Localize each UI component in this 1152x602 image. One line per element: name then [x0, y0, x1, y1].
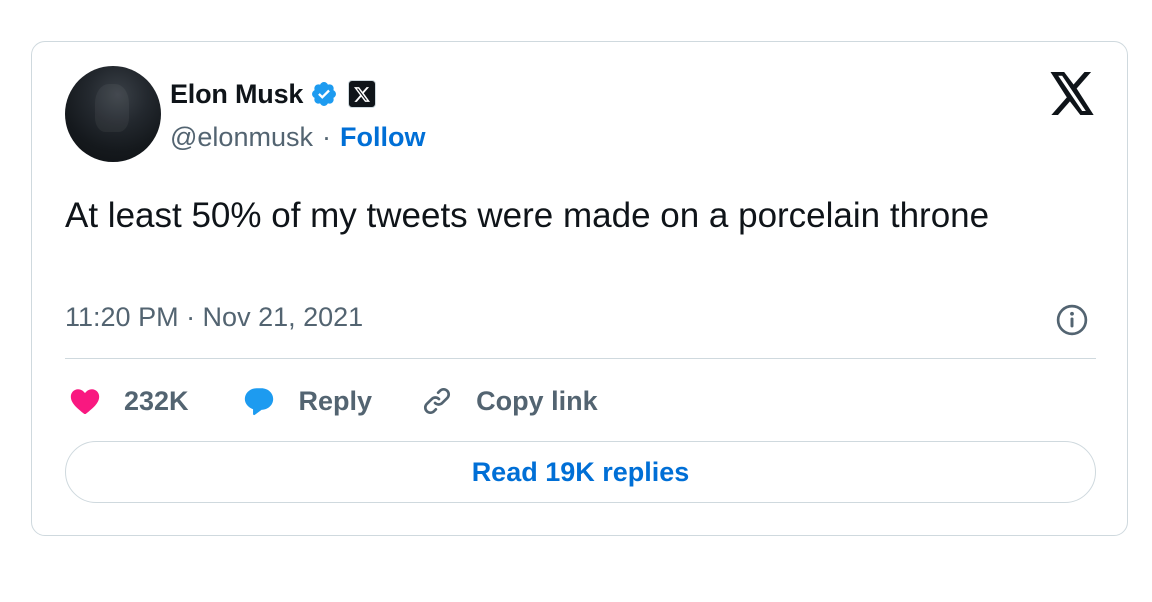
like-count: 232K — [124, 385, 189, 416]
tweet-text: At least 50% of my tweets were made on a… — [65, 196, 990, 235]
tweet-actions: 232K Reply Copy link — [68, 380, 598, 422]
x-logo-icon[interactable] — [1048, 72, 1096, 116]
tweet-embed-card: Elon Musk @elonmusk · Follow At least 50… — [31, 41, 1128, 536]
divider — [65, 358, 1096, 359]
avatar[interactable] — [65, 66, 161, 162]
tweet-timestamp[interactable]: 11:20 PM · Nov 21, 2021 — [65, 302, 363, 333]
copy-link-button[interactable]: Copy link — [420, 384, 598, 418]
read-replies-button[interactable]: Read 19K replies — [65, 441, 1096, 503]
reply-bubble-icon — [244, 388, 273, 416]
author-name[interactable]: Elon Musk — [170, 79, 303, 110]
info-icon[interactable] — [1055, 303, 1089, 337]
copy-link-label: Copy link — [476, 385, 598, 416]
reply-button[interactable]: Reply — [241, 384, 373, 418]
author-handle[interactable]: @elonmusk — [170, 122, 313, 153]
verified-badge-icon — [312, 82, 337, 106]
separator-dot: · — [321, 122, 331, 152]
follow-button[interactable]: Follow — [340, 122, 425, 153]
link-icon — [424, 387, 451, 415]
like-button[interactable]: 232K — [68, 384, 189, 418]
heart-icon — [70, 389, 100, 415]
reply-label: Reply — [298, 385, 373, 416]
author-handle-row: @elonmusk · Follow — [170, 122, 425, 153]
x-affiliate-badge-icon — [348, 80, 377, 108]
author-name-row: Elon Musk — [170, 78, 377, 110]
